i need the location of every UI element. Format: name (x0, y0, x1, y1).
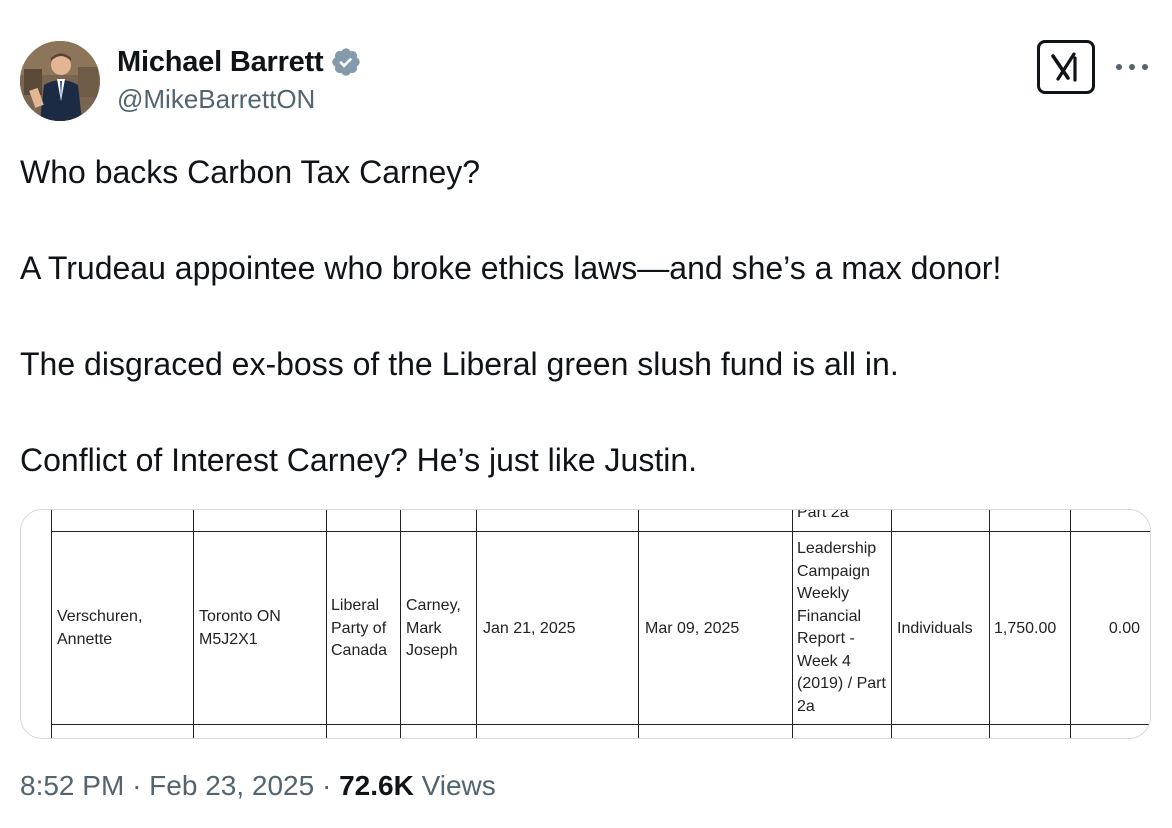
tweet-date[interactable]: Feb 23, 2025 (149, 770, 314, 801)
avatar-photo (20, 41, 100, 121)
table-cell-non-monetary: 0.00 (1108, 620, 1140, 637)
table-cell-contributor-type: Individuals (897, 620, 973, 637)
verified-badge-icon[interactable] (330, 46, 362, 78)
table-rule (193, 510, 194, 738)
attached-image[interactable]: Part 2a Verschuren, Annette Toronto ON M… (20, 509, 1151, 739)
table-rule (989, 510, 990, 738)
table-cell-partial: Part 2a (797, 509, 849, 521)
meta-separator: · (321, 770, 332, 801)
views-label: Views (421, 770, 496, 801)
more-icon (1116, 64, 1148, 70)
more-button[interactable] (1113, 52, 1151, 82)
tweet-paragraph: A Trudeau appointee who broke ethics law… (20, 250, 1002, 286)
tweet-time[interactable]: 8:52 PM (20, 770, 124, 801)
grok-icon (1051, 52, 1077, 82)
tweet-paragraph: Who backs Carbon Tax Carney? (20, 154, 481, 190)
author-name[interactable]: Michael Barrett (117, 46, 324, 79)
table-cell-received-date: Jan 21, 2025 (483, 620, 576, 637)
table-rule (1070, 510, 1071, 738)
views-count: 72.6K (339, 770, 414, 801)
table-rule (51, 724, 1150, 725)
table-rule (51, 531, 1150, 532)
table-cell-location: Toronto ON M5J2X1 (199, 608, 281, 648)
tweet-paragraph: The disgraced ex-boss of the Liberal gre… (20, 346, 899, 382)
tweet-text: Who backs Carbon Tax Carney? A Trudeau a… (20, 148, 1150, 484)
meta-separator: · (132, 770, 142, 801)
table-cell-party: Liberal Party of Canada (331, 597, 388, 659)
table-rule (51, 510, 52, 738)
table-cell-report-date: Mar 09, 2025 (645, 620, 740, 637)
table-rule (638, 510, 639, 738)
table-rule (891, 510, 892, 738)
table-cell-monetary: 1,750.00 (994, 620, 1057, 637)
grok-button[interactable] (1037, 40, 1095, 94)
table-rule (476, 510, 477, 738)
author-name-row[interactable]: Michael Barrett (117, 44, 362, 80)
tweet-meta: 8:52 PM · Feb 23, 2025 · 72.6K Views (20, 770, 496, 802)
table-rule (400, 510, 401, 738)
tweet-paragraph: Conflict of Interest Carney? He’s just l… (20, 442, 698, 478)
author-handle[interactable]: @MikeBarrettON (117, 84, 315, 115)
table-rule (792, 510, 793, 738)
avatar[interactable] (20, 41, 100, 121)
table-cell-contributor: Verschuren, Annette (57, 608, 143, 648)
table-rule (326, 510, 327, 738)
table-cell-candidate: Carney, Mark Joseph (406, 597, 461, 659)
table-cell-report: Leadership Campaign Weekly Financial Rep… (797, 540, 886, 715)
donation-record-table: Part 2a Verschuren, Annette Toronto ON M… (21, 510, 1150, 738)
